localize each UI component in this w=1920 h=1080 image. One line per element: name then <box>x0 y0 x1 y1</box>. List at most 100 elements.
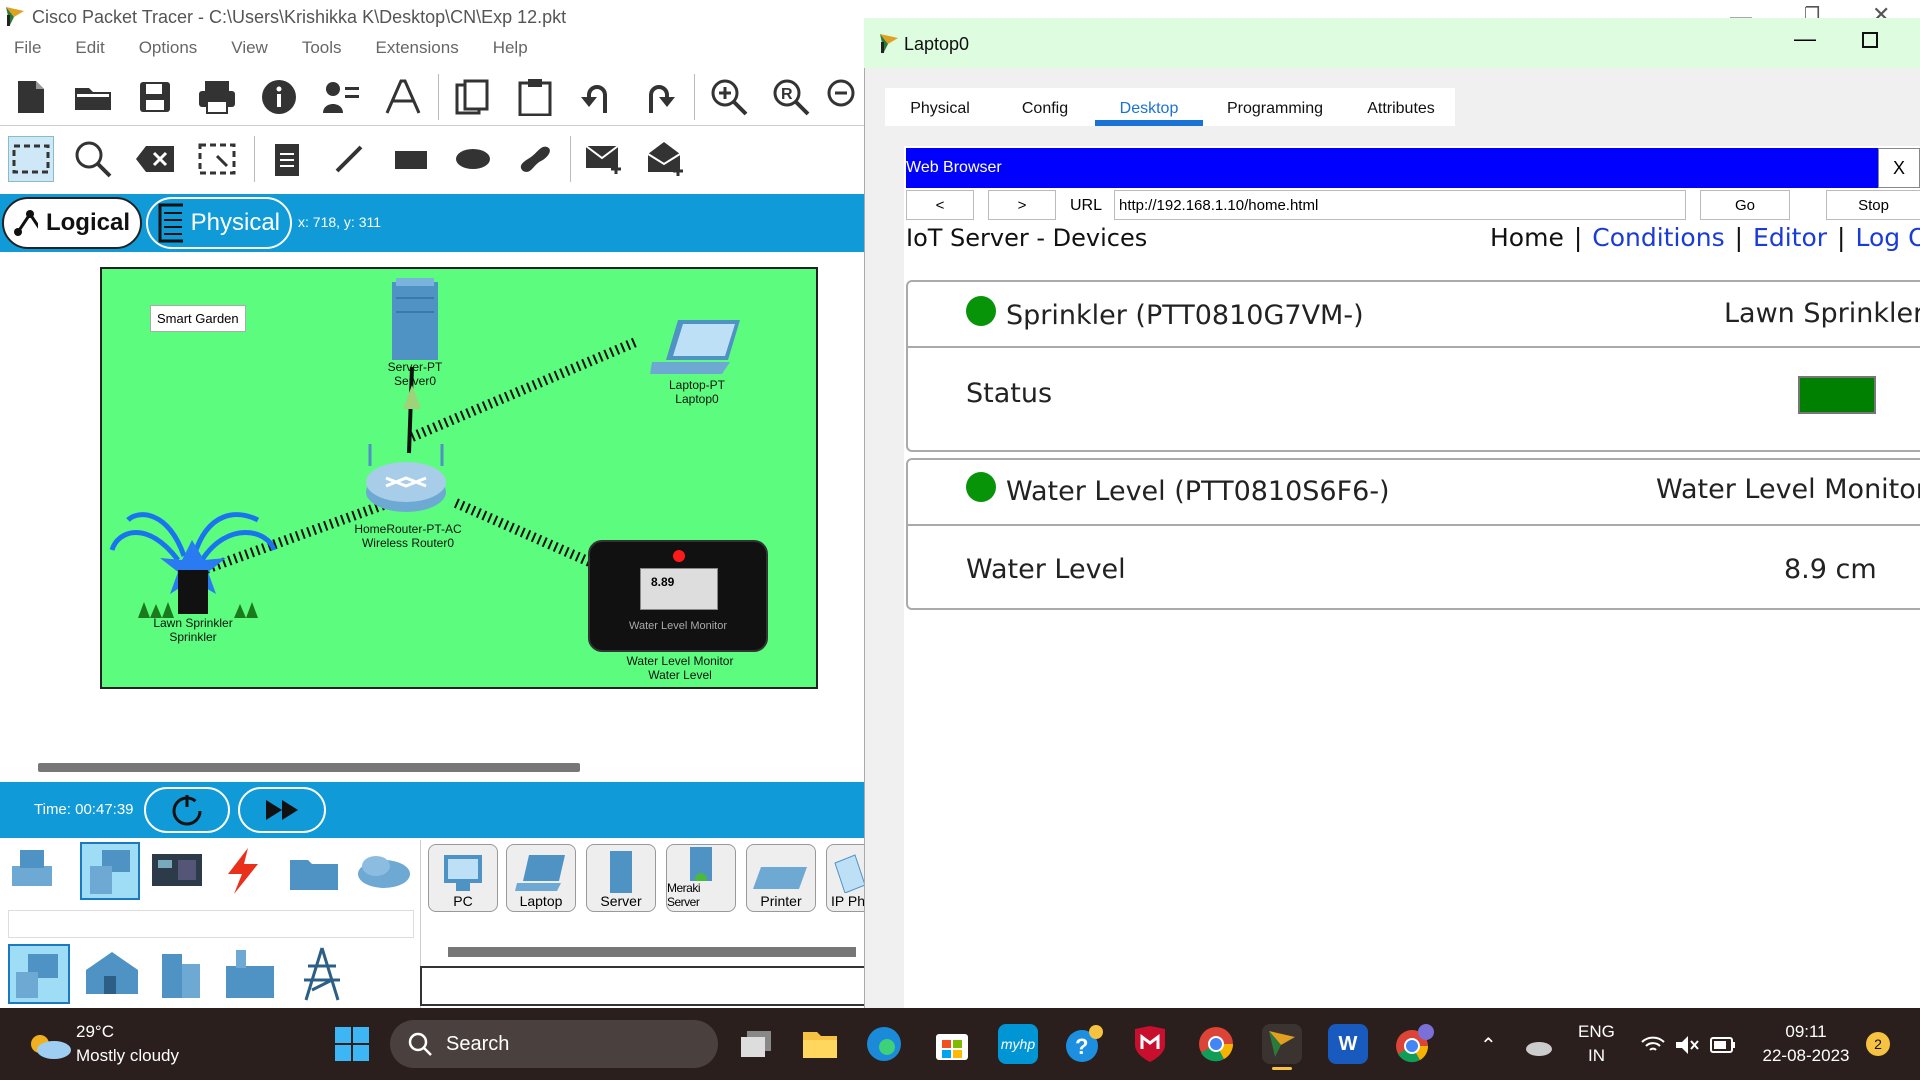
device-ip-phone[interactable]: IP Ph <box>826 844 864 912</box>
save-icon[interactable] <box>132 74 178 120</box>
device-search-field[interactable] <box>8 910 414 938</box>
chrome-profile-icon[interactable] <box>1394 1024 1434 1064</box>
edge-browser-icon[interactable] <box>864 1024 904 1064</box>
water-level-monitor-device[interactable]: 8.89 Water Level Monitor <box>588 540 768 652</box>
clock-date[interactable]: 22-08-2023 <box>1756 1044 1856 1068</box>
back-button[interactable]: < <box>906 190 974 220</box>
reset-network-button[interactable] <box>144 787 230 833</box>
network-wizard-icon[interactable] <box>318 74 364 120</box>
file-explorer-icon[interactable] <box>800 1024 840 1064</box>
zoom-out-icon[interactable] <box>826 74 864 120</box>
url-input[interactable] <box>1114 190 1686 220</box>
start-windows-icon[interactable] <box>332 1024 372 1064</box>
wifi-icon[interactable] <box>1640 1034 1666 1056</box>
mcafee-icon[interactable] <box>1130 1024 1170 1064</box>
draw-ellipse-icon[interactable] <box>450 136 496 182</box>
menu-options[interactable]: Options <box>125 34 198 62</box>
info-icon[interactable] <box>256 74 302 120</box>
power-grid-subcategory-icon[interactable] <box>298 946 346 1002</box>
device-pc[interactable]: PC <box>428 844 498 912</box>
volume-muted-icon[interactable] <box>1674 1034 1700 1056</box>
add-pdu-icon[interactable] <box>582 136 628 182</box>
myhp-app-icon[interactable]: myhp <box>998 1024 1038 1064</box>
task-view-icon[interactable] <box>736 1024 776 1064</box>
physical-mode-button[interactable]: Physical <box>146 197 292 249</box>
menu-extensions[interactable]: Extensions <box>362 34 459 62</box>
help-app-icon[interactable]: ? <box>1064 1024 1104 1064</box>
onedrive-cloud-icon[interactable] <box>1524 1036 1554 1058</box>
redo-icon[interactable] <box>636 74 682 120</box>
tab-programming[interactable]: Programming <box>1203 88 1347 126</box>
delete-icon[interactable] <box>132 136 178 182</box>
paste-icon[interactable] <box>512 74 558 120</box>
print-icon[interactable] <box>194 74 240 120</box>
menu-file[interactable]: File <box>0 34 41 62</box>
network-devices-category-icon[interactable] <box>10 844 60 894</box>
word-icon[interactable]: W <box>1328 1024 1368 1064</box>
inspect-icon[interactable] <box>70 136 116 182</box>
laptop-icon[interactable] <box>650 318 742 376</box>
nav-editor-link[interactable]: Editor <box>1753 223 1827 252</box>
show-hidden-icons-chevron-icon[interactable]: ⌃ <box>1480 1034 1497 1058</box>
select-tool-icon[interactable] <box>8 136 54 182</box>
packet-tracer-taskbar-icon[interactable] <box>1262 1024 1302 1064</box>
industrial-subcategory-icon[interactable] <box>222 946 278 1000</box>
activity-wizard-icon[interactable] <box>380 74 426 120</box>
go-button[interactable]: Go <box>1700 190 1790 220</box>
menu-edit[interactable]: Edit <box>61 34 104 62</box>
laptop-maximize-icon[interactable] <box>1862 32 1878 48</box>
device-server[interactable]: Server <box>586 844 656 912</box>
stop-button[interactable]: Stop <box>1826 190 1920 220</box>
sprinkler-device-name[interactable]: Sprinkler (PTT0810G7VM-) <box>1006 300 1364 331</box>
lawn-sprinkler-icon[interactable] <box>108 500 278 620</box>
nav-conditions-link[interactable]: Conditions <box>1592 223 1724 252</box>
server-icon[interactable] <box>390 278 440 362</box>
web-browser-close-button[interactable]: X <box>1878 148 1920 188</box>
menu-help[interactable]: Help <box>479 34 528 62</box>
weather-cloud-icon[interactable] <box>26 1030 72 1060</box>
open-folder-icon[interactable] <box>70 74 116 120</box>
language-region[interactable]: IN <box>1588 1044 1605 1068</box>
clock-time[interactable]: 09:11 <box>1760 1020 1852 1044</box>
multiuser-category-icon[interactable] <box>354 852 412 890</box>
resize-shape-icon[interactable] <box>194 136 240 182</box>
components-category-icon[interactable] <box>150 850 204 890</box>
home-subcategory-icon[interactable] <box>82 948 140 998</box>
taskbar-search[interactable]: Search <box>390 1020 718 1068</box>
smart-city-subcategory-icon[interactable] <box>156 946 204 1000</box>
sprinkler-status-toggle[interactable] <box>1798 376 1876 414</box>
notification-badge[interactable]: 2 <box>1866 1032 1890 1056</box>
tab-attributes[interactable]: Attributes <box>1347 88 1455 126</box>
end-devices-subcategory-icon[interactable] <box>8 944 70 1004</box>
misc-category-icon[interactable] <box>288 852 340 892</box>
menu-tools[interactable]: Tools <box>288 34 342 62</box>
undo-icon[interactable] <box>574 74 620 120</box>
workspace-horizontal-scrollbar[interactable] <box>38 763 580 772</box>
zoom-in-icon[interactable] <box>706 74 752 120</box>
fast-forward-button[interactable] <box>238 787 326 833</box>
laptop-minimize-icon[interactable]: — <box>1794 26 1816 52</box>
device-laptop[interactable]: Laptop <box>506 844 576 912</box>
zoom-reset-icon[interactable]: R <box>768 74 814 120</box>
add-complex-pdu-icon[interactable] <box>644 136 690 182</box>
water-level-device-name[interactable]: Water Level (PTT0810S6F6-) <box>1006 476 1390 507</box>
device-meraki-server[interactable]: Meraki Server <box>666 844 736 912</box>
wireless-router-icon[interactable] <box>364 444 448 514</box>
weather-description[interactable]: Mostly cloudy <box>76 1044 179 1068</box>
forward-button[interactable]: > <box>988 190 1056 220</box>
copy-icon[interactable] <box>450 74 496 120</box>
device-list-scrollbar[interactable] <box>448 947 856 957</box>
device-printer[interactable]: Printer <box>746 844 816 912</box>
tab-desktop[interactable]: Desktop <box>1095 88 1203 126</box>
new-file-icon[interactable] <box>8 74 54 120</box>
chrome-icon[interactable] <box>1196 1024 1236 1064</box>
nav-home-link[interactable]: Home <box>1490 223 1564 252</box>
weather-temperature[interactable]: 29°C <box>76 1020 114 1044</box>
tab-config[interactable]: Config <box>995 88 1095 126</box>
nav-logout-link[interactable]: Log Ou <box>1855 223 1920 252</box>
draw-line-icon[interactable] <box>326 136 372 182</box>
freeform-icon[interactable] <box>512 136 558 182</box>
language-code[interactable]: ENG <box>1578 1020 1615 1044</box>
end-devices-category-icon[interactable] <box>80 842 140 900</box>
connections-category-icon[interactable] <box>216 846 268 896</box>
